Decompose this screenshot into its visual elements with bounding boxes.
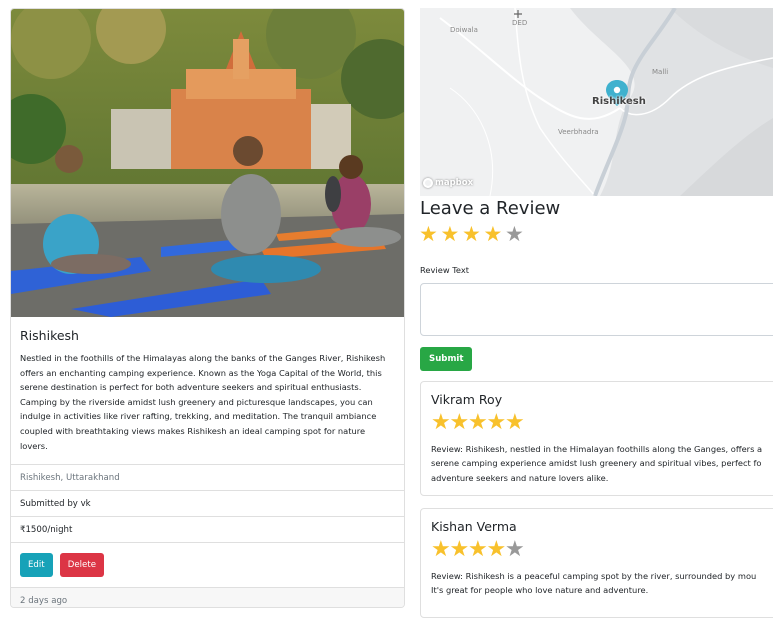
review-textarea[interactable] (420, 283, 773, 336)
star-icon: ★ (486, 410, 507, 435)
campground-card: Rishikesh Nestled in the foothills of th… (10, 8, 405, 608)
campground-actions: Edit Delete (11, 542, 404, 587)
campground-location: Rishikesh, Uttarakhand (11, 464, 404, 490)
star-icon: ★ (468, 410, 488, 435)
rating-input[interactable]: ★ ★ ★ ★ ★ (419, 224, 527, 245)
star-icon: ★ (449, 537, 470, 562)
review-rating: ★ ★ ★ ★ ★ (431, 412, 773, 434)
posted-time: 2 days ago (20, 596, 68, 606)
card-footer: 2 days ago (11, 587, 404, 607)
star-icon[interactable]: ★ (441, 224, 463, 245)
mapbox-ring-icon (423, 178, 433, 188)
star-icon: ★ (449, 410, 470, 435)
star-icon[interactable]: ★ (462, 224, 484, 245)
star-icon: ★ (505, 410, 525, 435)
card-body: Rishikesh Nestled in the foothills of th… (11, 317, 404, 453)
campground-title: Rishikesh (20, 328, 79, 343)
star-icon: ★ (505, 537, 525, 562)
review-card: Kishan Verma ★ ★ ★ ★ ★ Review: Rishikesh is … (420, 508, 773, 618)
submit-review-button[interactable]: Submit (420, 347, 473, 371)
map-label-veerbhadra: Veerbhadra (558, 128, 599, 136)
map-label-doiwala: Doiwala (450, 26, 478, 34)
star-icon: ★ (468, 537, 488, 562)
map-label-malli: Malli (652, 68, 669, 76)
review-text-label: Review Text (420, 265, 470, 275)
map-label-ded: DED (512, 19, 528, 27)
review-author: Vikram Roy (431, 392, 503, 407)
star-icon[interactable]: ★ (505, 224, 527, 245)
review-author: Kishan Verma (431, 519, 517, 534)
review-heading: Leave a Review (420, 198, 561, 219)
star-icon[interactable]: ★ (419, 224, 441, 245)
map-label-rishikesh: Rishikesh (592, 96, 646, 107)
review-rating: ★ ★ ★ ★ ★ (431, 539, 773, 561)
review-card: Vikram Roy ★ ★ ★ ★ ★ Review: Rishikesh, nest… (420, 381, 773, 496)
campground-map[interactable]: DED Doiwala Rishikesh Veerbhadra Malli m… (420, 8, 773, 196)
star-icon[interactable]: ★ (484, 224, 506, 245)
star-icon: ★ (431, 537, 451, 562)
star-icon: ★ (486, 537, 507, 562)
campground-author: Submitted by vk (11, 490, 404, 516)
review-text: Review: Rishikesh is a peaceful camping … (431, 571, 757, 596)
campground-description: Nestled in the foothills of the Himalaya… (20, 353, 386, 451)
star-icon: ★ (431, 410, 451, 435)
mapbox-logo[interactable]: mapbox (423, 178, 473, 188)
delete-button[interactable]: Delete (59, 553, 104, 577)
campground-details-list: Rishikesh, Uttarakhand Submitted by vk ₹… (11, 464, 404, 542)
review-text: Review: Rishikesh, nestled in the Himala… (431, 444, 763, 483)
edit-button[interactable]: Edit (20, 553, 53, 577)
campground-price: ₹1500/night (11, 516, 404, 542)
campground-photo (11, 9, 404, 317)
